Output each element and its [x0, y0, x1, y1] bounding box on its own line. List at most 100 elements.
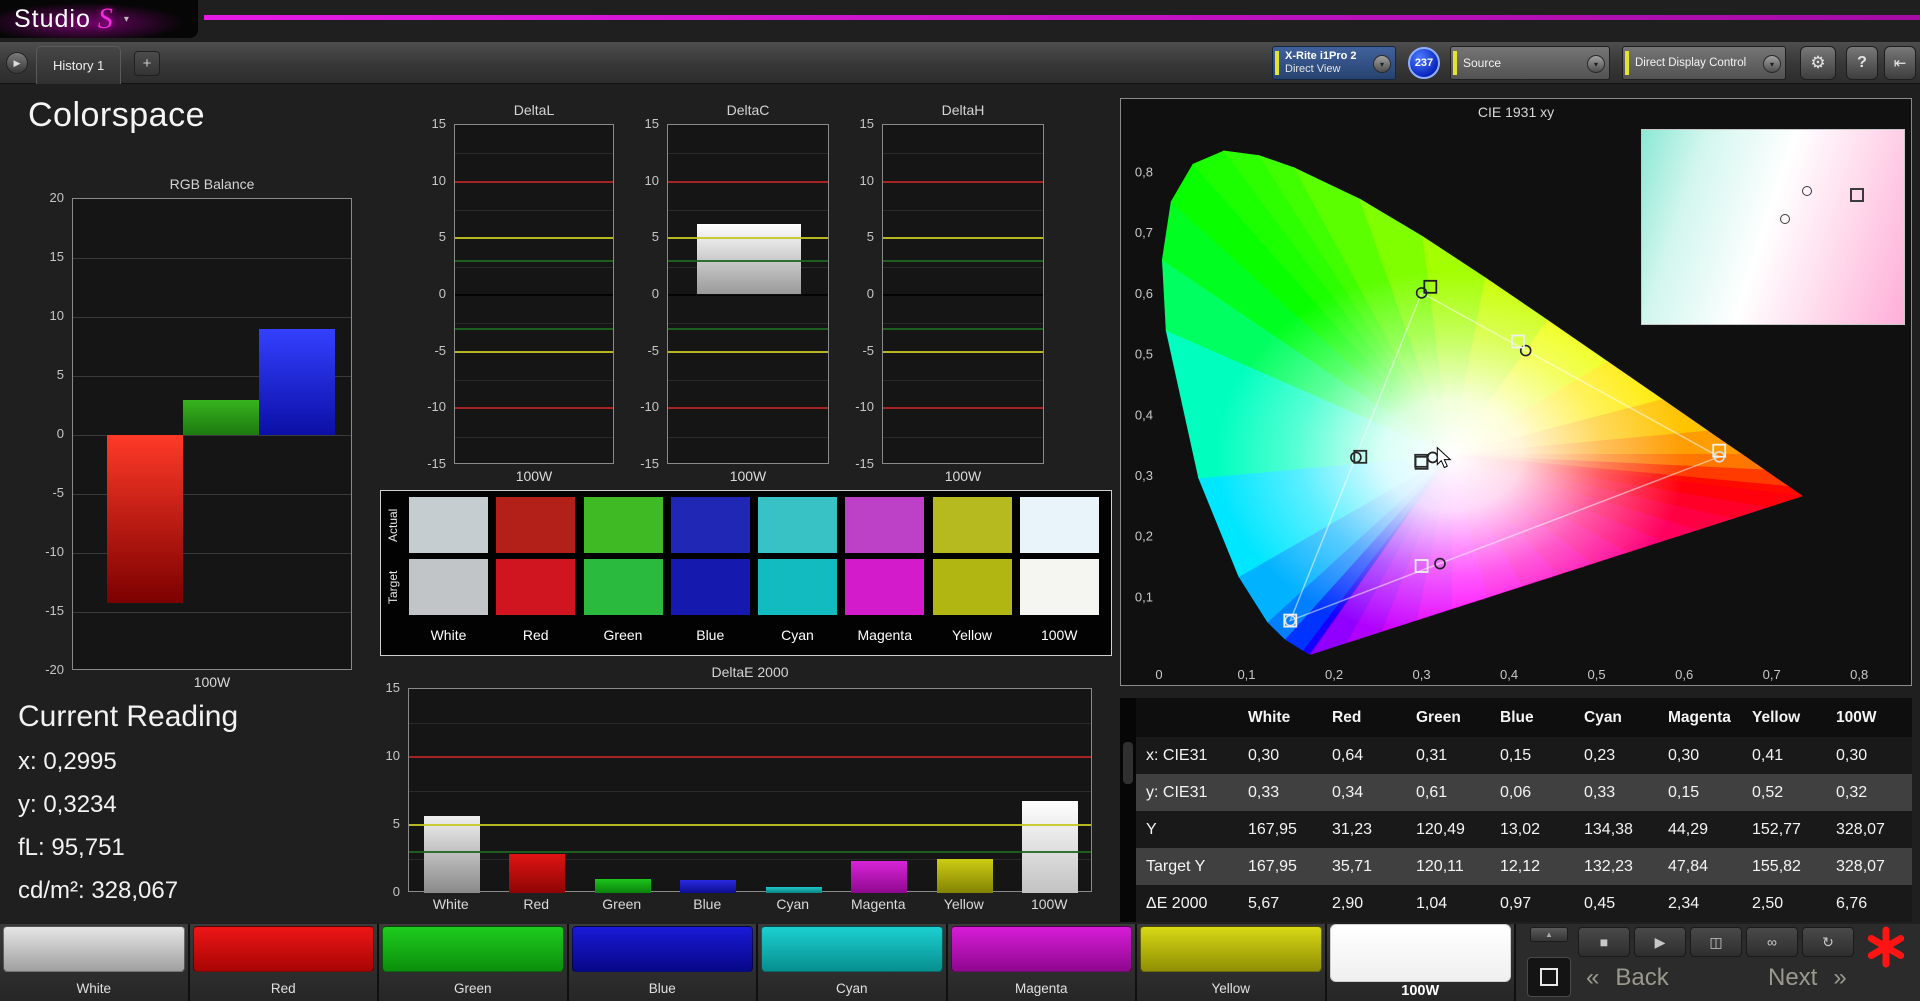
meter-dropdown[interactable]: X-Rite i1Pro 2 Direct View ▾	[1272, 46, 1396, 80]
table-cell: 0,30	[1248, 746, 1280, 764]
table-cell: 2,50	[1752, 894, 1784, 912]
cie-1931-panel: CIE 1931 xy 0 0,1 0,2 0,3 0,4 0,5 0,6 0,7 0,8 0,1…	[1120, 98, 1912, 686]
swatch-column-label: Red	[522, 627, 549, 643]
table-row-label: Target Y	[1146, 857, 1206, 875]
cie-y-tick: 0,4	[1135, 407, 1153, 422]
history-expand-button[interactable]: ▶	[6, 52, 28, 74]
tab-history-1[interactable]: History 1	[36, 46, 122, 84]
table-cell: 0,33	[1584, 783, 1616, 801]
measurement-table: White Red Green Blue Cyan Magenta Yellow 100W x:…	[1120, 698, 1912, 922]
bar-Magenta	[851, 861, 908, 893]
table-cell: 0,97	[1500, 894, 1532, 912]
stop-button[interactable]: ■	[1578, 927, 1630, 957]
table-row: Target Y 167,95 35,71 120,11 12,12 132,23 47,8…	[1136, 848, 1912, 885]
accent-line	[204, 15, 1920, 20]
blackout-window-button[interactable]	[1527, 957, 1571, 997]
delta-l-chart: DeltaL -15 -10 -5 0 5 10 15 100W	[412, 102, 616, 494]
table-cell: 0,15	[1668, 783, 1700, 801]
rgb-balance-xlabel: 100W	[193, 674, 231, 690]
table-cell: 35,71	[1332, 857, 1373, 875]
scroll-up-button[interactable]: ▲	[1530, 927, 1568, 942]
swatch-target-red	[496, 559, 576, 615]
back-button[interactable]: « Back	[1586, 964, 1669, 992]
workflow-dropdown[interactable]: Direct Display Control ▾	[1622, 46, 1786, 80]
alert-asterisk-icon[interactable]	[1864, 924, 1908, 970]
next-button[interactable]: Next »	[1768, 964, 1847, 992]
measurement-count-badge[interactable]: 237	[1408, 47, 1440, 79]
cie-y-tick: 0,1	[1135, 589, 1153, 604]
y-tick-label: 0	[392, 884, 400, 899]
pattern-button-100w[interactable]: 100W	[1326, 924, 1516, 1001]
pattern-button-red[interactable]: Red	[189, 924, 379, 1001]
pattern-button-blue[interactable]: Blue	[568, 924, 758, 1001]
swatch-row-label-actual: Actual	[386, 508, 400, 542]
swatch-column-label: Yellow	[952, 627, 992, 643]
deltaH-title: DeltaH	[941, 102, 985, 118]
single-measure-button[interactable]: ◫	[1690, 927, 1742, 957]
cie-x-tick: 0,7	[1763, 667, 1781, 682]
help-button[interactable]: ?	[1846, 46, 1878, 80]
table-cell: 1,04	[1416, 894, 1448, 912]
swatch-target-magenta	[845, 559, 925, 615]
transport-panel: ▲ ■ ▶ ◫ ∞ ↻ « Back Next »	[1516, 924, 1920, 1001]
cie-y-tick: 0,6	[1135, 286, 1153, 301]
pattern-button-white[interactable]: White	[0, 924, 190, 1001]
current-reading-fL: fL: 95,751	[18, 834, 125, 861]
y-tick-label: 0	[651, 286, 659, 301]
table-row: y: CIE31 0,33 0,34 0,61 0,06 0,33 0,15 0,52 0,32	[1136, 774, 1912, 811]
add-tab-button[interactable]: +	[134, 51, 160, 76]
pattern-swatch	[950, 926, 1132, 972]
rgb-balance-chart: RGB Balance -20 -15 -10 -5 0 5 10 15 20 100W	[30, 176, 360, 696]
pattern-color-bank: White Red Green Blue Cyan Magenta Yellow 100W	[0, 924, 1516, 1001]
table-header-100w: 100W	[1836, 708, 1877, 726]
table-cell: 2,90	[1332, 894, 1364, 912]
y-tick-label: -15	[640, 456, 659, 471]
pattern-swatch	[382, 926, 564, 972]
inset-target-marker	[1802, 186, 1812, 196]
bar-Red	[509, 853, 566, 893]
table-scrollbar[interactable]	[1123, 742, 1133, 784]
table-cell: 0,61	[1416, 783, 1448, 801]
swatch-actual-cyan	[758, 497, 837, 553]
x-category-label: Blue	[693, 896, 722, 912]
table-header-red: Red	[1332, 708, 1362, 726]
pattern-swatch	[761, 926, 943, 972]
swatch-target-yellow	[932, 559, 1012, 615]
deltaH-xlabel: 100W	[944, 468, 982, 484]
table-cell: 0,52	[1752, 783, 1784, 801]
source-dropdown[interactable]: Source ▾	[1450, 46, 1610, 80]
cie-inset-zoom	[1641, 129, 1905, 325]
settings-button[interactable]: ⚙	[1800, 46, 1836, 80]
next-chevron-icon: »	[1833, 964, 1847, 991]
table-scrollbar-track	[1120, 698, 1136, 922]
pattern-button-cyan[interactable]: Cyan	[758, 924, 948, 1001]
play-button[interactable]: ▶	[1634, 927, 1686, 957]
studio-logo[interactable]: Studio S ▾	[0, 0, 198, 38]
back-label: Back	[1615, 964, 1669, 991]
table-cell: 13,02	[1500, 820, 1541, 838]
pattern-button-green[interactable]: Green	[379, 924, 569, 1001]
y-tick-label: 15	[859, 116, 874, 131]
swatch-target-green	[583, 559, 663, 615]
swatch-column-label: Green	[603, 627, 643, 643]
table-cell: 0,33	[1248, 783, 1280, 801]
pattern-button-magenta[interactable]: Magenta	[947, 924, 1137, 1001]
y-tick-label: 10	[49, 308, 64, 323]
pattern-button-yellow[interactable]: Yellow	[1137, 924, 1327, 1001]
table-cell: 0,30	[1668, 746, 1700, 764]
continuous-measure-button[interactable]: ∞	[1746, 927, 1798, 957]
swatch-column-label: 100W	[1040, 627, 1078, 643]
y-tick-label: 5	[56, 367, 64, 382]
x-category-label: Red	[523, 896, 550, 912]
swatch-actual-red	[496, 497, 576, 553]
pattern-label: Yellow	[1211, 981, 1251, 996]
reset-button[interactable]: ↻	[1802, 927, 1854, 957]
logo-text: Studio	[14, 4, 91, 33]
pattern-swatch	[1329, 924, 1511, 982]
bar-Green	[594, 878, 651, 893]
exit-button[interactable]: ⇤	[1884, 46, 1916, 80]
table-cell: 167,95	[1248, 820, 1297, 838]
bar-100W	[1022, 801, 1079, 893]
swatch-target-white	[409, 559, 488, 615]
y-tick-label: -5	[434, 342, 446, 358]
